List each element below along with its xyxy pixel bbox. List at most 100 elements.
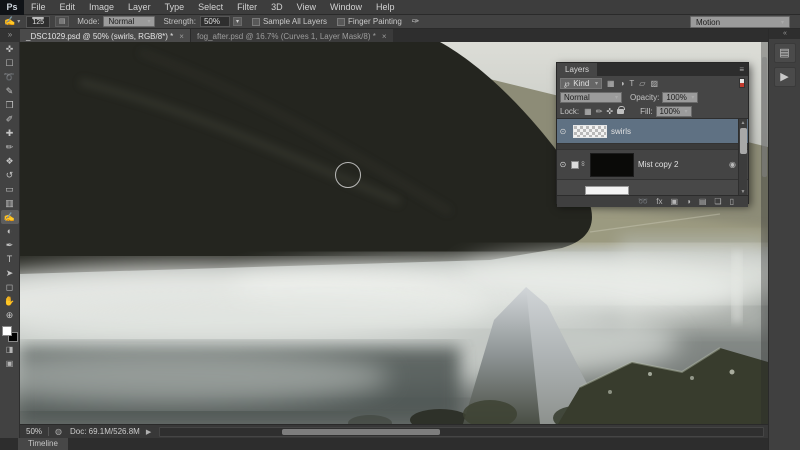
menu-bar: Ps File Edit Image Layer Type Select Filter 3D V… <box>0 0 800 15</box>
eyedropper-tool[interactable]: ✐ <box>1 112 19 126</box>
actions-panel-icon[interactable]: ▶ <box>773 67 796 87</box>
finger-painting-checkbox[interactable] <box>336 17 345 26</box>
crop-tool[interactable]: ❒ <box>1 98 19 112</box>
pen-tool[interactable]: ✒ <box>1 238 19 252</box>
timeline-bar: Timeline <box>0 438 768 450</box>
close-icon[interactable]: × <box>179 32 184 41</box>
close-icon[interactable]: × <box>382 32 387 41</box>
history-panel-icon[interactable]: ▤ <box>773 43 796 63</box>
mask-link-icon[interactable]: ∞ <box>579 161 586 168</box>
new-layer-icon[interactable]: ❏ <box>714 197 721 206</box>
layer-row-mist-copy-2[interactable]: ⊙ ∞ Mist copy 2 ◉ <box>557 150 748 180</box>
tool-extras: ◨ ▣ <box>1 342 19 370</box>
sample-all-layers-checkbox[interactable] <box>251 17 260 26</box>
smudge-tool[interactable]: ✍ <box>0 210 19 224</box>
layer-style-icon[interactable]: fx <box>656 197 662 206</box>
menu-window[interactable]: Window <box>323 0 369 15</box>
vertical-scrollbar-thumb[interactable] <box>762 57 767 177</box>
layers-scrollbar-thumb[interactable] <box>740 128 747 154</box>
new-group-icon[interactable]: ▤ <box>699 197 707 206</box>
workspace-switcher[interactable]: Motion ▾ <box>690 16 790 28</box>
timeline-tab[interactable]: Timeline <box>18 438 68 450</box>
tools-panel-collapse[interactable]: » <box>0 29 20 42</box>
zoom-level-field[interactable]: 50% <box>26 427 42 436</box>
link-layers-icon[interactable]: ➿ <box>638 197 648 206</box>
blend-mode-dropdown[interactable]: Normal ▾ <box>560 91 622 103</box>
strength-field[interactable]: 50% <box>199 16 230 27</box>
horizontal-scrollbar[interactable] <box>159 426 764 437</box>
menu-view[interactable]: View <box>290 0 323 15</box>
eye-icon[interactable]: ⊙ <box>557 127 569 136</box>
filter-adjustment-layers-icon[interactable]: ◑ <box>620 79 625 88</box>
healing-brush-tool[interactable]: ✚ <box>1 126 19 140</box>
history-brush-tool[interactable]: ↺ <box>1 168 19 182</box>
tab-fog-after[interactable]: fog_after.psd @ 16.7% (Curves 1, Layer M… <box>189 29 393 43</box>
menu-file[interactable]: File <box>24 0 53 15</box>
marquee-tool[interactable]: ☐ <box>1 56 19 70</box>
adjustment-layer-icon[interactable]: ◑ <box>686 197 691 206</box>
brush-tool[interactable]: ✏ <box>1 140 19 154</box>
type-tool[interactable]: T <box>1 252 19 266</box>
menu-help[interactable]: Help <box>369 0 402 15</box>
scroll-down-icon[interactable]: ▼ <box>739 188 747 195</box>
panel-menu-icon[interactable]: ≡ <box>739 65 744 74</box>
quick-selection-tool[interactable]: ✎ <box>1 84 19 98</box>
screen-mode-button[interactable]: ▣ <box>1 358 19 370</box>
menu-image[interactable]: Image <box>82 0 121 15</box>
eraser-tool[interactable]: ▭ <box>1 182 19 196</box>
layers-scrollbar[interactable]: ▲ ▼ <box>738 119 747 195</box>
eye-icon[interactable]: ⊙ <box>557 160 569 169</box>
menu-select[interactable]: Select <box>191 0 230 15</box>
menu-3d[interactable]: 3D <box>264 0 290 15</box>
layers-panel-tab[interactable]: Layers <box>557 63 598 76</box>
filter-type-layers-icon[interactable]: T <box>629 79 634 88</box>
foreground-color-swatch[interactable] <box>1 326 12 336</box>
filter-smart-objects-icon[interactable]: ▨ <box>650 79 658 88</box>
menu-edit[interactable]: Edit <box>53 0 83 15</box>
layer-thumbnail-small[interactable] <box>571 160 579 169</box>
clone-stamp-tool[interactable]: ❖ <box>1 154 19 168</box>
dock-collapse-button[interactable]: « <box>769 29 800 39</box>
shape-tool[interactable]: ◻ <box>1 280 19 294</box>
move-tool[interactable]: ✜ <box>1 42 19 56</box>
delete-layer-icon[interactable]: ▯ <box>730 197 734 206</box>
zoom-tool[interactable]: ⊕ <box>1 308 19 322</box>
smudge-tool-icon[interactable]: ✍ ▾ <box>4 16 20 27</box>
path-selection-tool[interactable]: ➤ <box>1 266 19 280</box>
tablet-pressure-icon[interactable]: ✑ <box>412 16 420 27</box>
filter-pixel-layers-icon[interactable]: ▦ <box>607 79 615 88</box>
lock-paint-icon[interactable]: ✏ <box>596 107 603 116</box>
divider <box>48 427 50 436</box>
brush-preset-picker[interactable]: 125 <box>26 15 51 28</box>
menu-filter[interactable]: Filter <box>230 0 264 15</box>
layer-mask-thumbnail[interactable] <box>590 152 634 177</box>
lock-position-icon[interactable]: ✜ <box>606 107 613 116</box>
mode-dropdown[interactable]: Normal ▾ <box>103 16 156 27</box>
opacity-field[interactable]: 100% ▾ <box>662 91 699 103</box>
color-swatches[interactable] <box>1 326 18 342</box>
scroll-up-icon[interactable]: ▲ <box>739 119 747 127</box>
layer-row-swirls[interactable]: ⊙ swirls <box>557 119 748 144</box>
vertical-scrollbar[interactable] <box>761 42 768 424</box>
lock-all-icon[interactable] <box>617 105 626 114</box>
layer-thumbnail-swirls[interactable] <box>573 124 607 138</box>
menu-type[interactable]: Type <box>158 0 192 15</box>
hand-tool[interactable]: ✋ <box>1 294 19 308</box>
horizontal-scrollbar-thumb[interactable] <box>282 428 441 435</box>
status-flyout-icon[interactable]: ▶ <box>146 428 151 436</box>
dodge-tool[interactable]: ◐ <box>1 224 19 238</box>
lock-transparency-icon[interactable]: ▦ <box>584 107 592 116</box>
filter-shape-layers-icon[interactable]: ▱ <box>639 79 645 88</box>
layers-panel-titlebar: Layers ≡ <box>557 63 748 76</box>
add-mask-icon[interactable]: ▣ <box>670 197 678 206</box>
brush-panel-toggle[interactable]: ▤ <box>55 16 70 27</box>
menu-layer[interactable]: Layer <box>121 0 158 15</box>
tab-dsc1029[interactable]: _DSC1029.psd @ 50% (swirls, RGB/8*) * × <box>20 29 190 43</box>
fill-field[interactable]: 100% ▾ <box>655 105 692 117</box>
gradient-tool[interactable]: ▥ <box>1 196 19 210</box>
layer-filter-toggle[interactable] <box>739 78 745 88</box>
quick-mask-button[interactable]: ◨ <box>1 344 19 356</box>
strength-dropdown-button[interactable]: ▾ <box>232 17 242 26</box>
lasso-tool[interactable]: ➰ <box>1 70 19 84</box>
kind-filter-dropdown[interactable]: ℘ Kind ▾ <box>560 77 602 89</box>
